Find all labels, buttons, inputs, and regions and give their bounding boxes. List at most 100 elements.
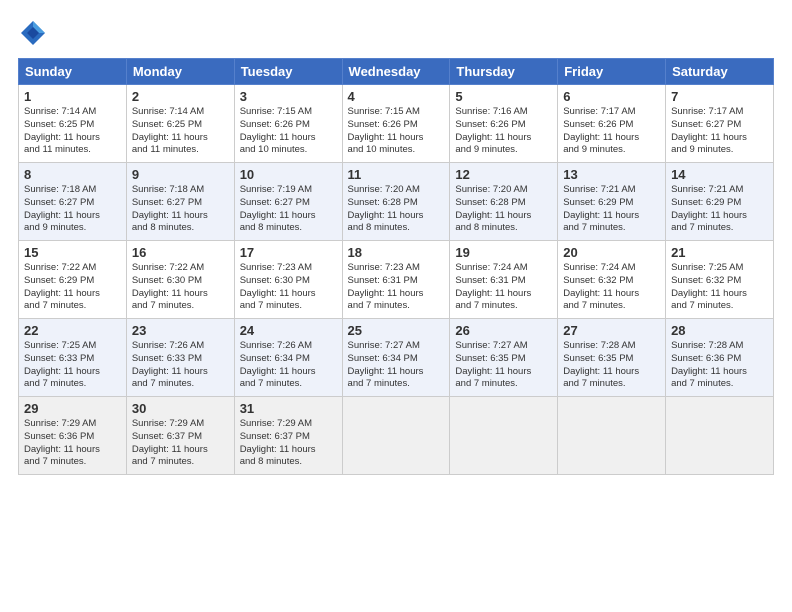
- sunset-text: Sunset: 6:27 PM: [132, 197, 229, 210]
- daylight-hours-text: Daylight: 11 hours: [455, 210, 552, 223]
- sunset-text: Sunset: 6:26 PM: [563, 119, 660, 132]
- daylight-minutes-text: and 11 minutes.: [24, 144, 121, 157]
- daylight-minutes-text: and 7 minutes.: [240, 378, 337, 391]
- day-number: 28: [671, 323, 768, 338]
- daylight-hours-text: Daylight: 11 hours: [132, 444, 229, 457]
- sunset-text: Sunset: 6:36 PM: [24, 431, 121, 444]
- col-monday: Monday: [126, 59, 234, 85]
- day-number: 2: [132, 89, 229, 104]
- day-number: 22: [24, 323, 121, 338]
- table-cell: 28Sunrise: 7:28 AMSunset: 6:36 PMDayligh…: [666, 319, 774, 397]
- table-cell: 1Sunrise: 7:14 AMSunset: 6:25 PMDaylight…: [19, 85, 127, 163]
- col-saturday: Saturday: [666, 59, 774, 85]
- table-cell: 22Sunrise: 7:25 AMSunset: 6:33 PMDayligh…: [19, 319, 127, 397]
- sunrise-text: Sunrise: 7:24 AM: [563, 262, 660, 275]
- daylight-minutes-text: and 8 minutes.: [132, 222, 229, 235]
- sunrise-text: Sunrise: 7:18 AM: [24, 184, 121, 197]
- table-cell: 27Sunrise: 7:28 AMSunset: 6:35 PMDayligh…: [558, 319, 666, 397]
- daylight-minutes-text: and 7 minutes.: [671, 222, 768, 235]
- table-cell: 6Sunrise: 7:17 AMSunset: 6:26 PMDaylight…: [558, 85, 666, 163]
- day-number: 14: [671, 167, 768, 182]
- sunset-text: Sunset: 6:30 PM: [240, 275, 337, 288]
- table-cell: 10Sunrise: 7:19 AMSunset: 6:27 PMDayligh…: [234, 163, 342, 241]
- sunset-text: Sunset: 6:26 PM: [240, 119, 337, 132]
- sunset-text: Sunset: 6:25 PM: [24, 119, 121, 132]
- col-sunday: Sunday: [19, 59, 127, 85]
- sunrise-text: Sunrise: 7:15 AM: [240, 106, 337, 119]
- daylight-hours-text: Daylight: 11 hours: [455, 288, 552, 301]
- table-cell: 26Sunrise: 7:27 AMSunset: 6:35 PMDayligh…: [450, 319, 558, 397]
- day-number: 29: [24, 401, 121, 416]
- table-cell: 8Sunrise: 7:18 AMSunset: 6:27 PMDaylight…: [19, 163, 127, 241]
- sunset-text: Sunset: 6:33 PM: [24, 353, 121, 366]
- sunset-text: Sunset: 6:29 PM: [563, 197, 660, 210]
- table-cell: 25Sunrise: 7:27 AMSunset: 6:34 PMDayligh…: [342, 319, 450, 397]
- logo: [18, 18, 52, 48]
- daylight-minutes-text: and 7 minutes.: [24, 378, 121, 391]
- table-cell: 7Sunrise: 7:17 AMSunset: 6:27 PMDaylight…: [666, 85, 774, 163]
- table-cell: [342, 397, 450, 475]
- daylight-hours-text: Daylight: 11 hours: [671, 132, 768, 145]
- daylight-minutes-text: and 7 minutes.: [132, 300, 229, 313]
- sunset-text: Sunset: 6:25 PM: [132, 119, 229, 132]
- table-cell: 14Sunrise: 7:21 AMSunset: 6:29 PMDayligh…: [666, 163, 774, 241]
- daylight-hours-text: Daylight: 11 hours: [240, 366, 337, 379]
- sunrise-text: Sunrise: 7:20 AM: [348, 184, 445, 197]
- daylight-minutes-text: and 9 minutes.: [563, 144, 660, 157]
- daylight-hours-text: Daylight: 11 hours: [455, 366, 552, 379]
- day-number: 17: [240, 245, 337, 260]
- sunset-text: Sunset: 6:27 PM: [24, 197, 121, 210]
- sunset-text: Sunset: 6:27 PM: [671, 119, 768, 132]
- daylight-minutes-text: and 9 minutes.: [24, 222, 121, 235]
- daylight-hours-text: Daylight: 11 hours: [24, 288, 121, 301]
- daylight-minutes-text: and 7 minutes.: [24, 456, 121, 469]
- daylight-minutes-text: and 10 minutes.: [348, 144, 445, 157]
- col-friday: Friday: [558, 59, 666, 85]
- table-cell: 16Sunrise: 7:22 AMSunset: 6:30 PMDayligh…: [126, 241, 234, 319]
- sunset-text: Sunset: 6:32 PM: [671, 275, 768, 288]
- col-wednesday: Wednesday: [342, 59, 450, 85]
- calendar-week-row: 8Sunrise: 7:18 AMSunset: 6:27 PMDaylight…: [19, 163, 774, 241]
- sunset-text: Sunset: 6:28 PM: [348, 197, 445, 210]
- daylight-hours-text: Daylight: 11 hours: [671, 366, 768, 379]
- table-cell: 21Sunrise: 7:25 AMSunset: 6:32 PMDayligh…: [666, 241, 774, 319]
- sunset-text: Sunset: 6:29 PM: [671, 197, 768, 210]
- daylight-minutes-text: and 7 minutes.: [240, 300, 337, 313]
- sunset-text: Sunset: 6:27 PM: [240, 197, 337, 210]
- sunrise-text: Sunrise: 7:16 AM: [455, 106, 552, 119]
- daylight-minutes-text: and 7 minutes.: [563, 300, 660, 313]
- daylight-hours-text: Daylight: 11 hours: [671, 288, 768, 301]
- day-number: 12: [455, 167, 552, 182]
- table-cell: 24Sunrise: 7:26 AMSunset: 6:34 PMDayligh…: [234, 319, 342, 397]
- day-number: 23: [132, 323, 229, 338]
- table-cell: 13Sunrise: 7:21 AMSunset: 6:29 PMDayligh…: [558, 163, 666, 241]
- daylight-hours-text: Daylight: 11 hours: [132, 288, 229, 301]
- sunrise-text: Sunrise: 7:27 AM: [348, 340, 445, 353]
- sunrise-text: Sunrise: 7:23 AM: [240, 262, 337, 275]
- day-number: 6: [563, 89, 660, 104]
- sunrise-text: Sunrise: 7:21 AM: [563, 184, 660, 197]
- daylight-minutes-text: and 7 minutes.: [132, 456, 229, 469]
- day-number: 7: [671, 89, 768, 104]
- daylight-hours-text: Daylight: 11 hours: [132, 132, 229, 145]
- sunrise-text: Sunrise: 7:26 AM: [240, 340, 337, 353]
- sunset-text: Sunset: 6:26 PM: [348, 119, 445, 132]
- calendar-week-row: 29Sunrise: 7:29 AMSunset: 6:36 PMDayligh…: [19, 397, 774, 475]
- daylight-minutes-text: and 8 minutes.: [240, 456, 337, 469]
- day-number: 25: [348, 323, 445, 338]
- calendar-header-row: Sunday Monday Tuesday Wednesday Thursday…: [19, 59, 774, 85]
- daylight-hours-text: Daylight: 11 hours: [240, 210, 337, 223]
- daylight-hours-text: Daylight: 11 hours: [240, 132, 337, 145]
- daylight-hours-text: Daylight: 11 hours: [348, 366, 445, 379]
- page: Sunday Monday Tuesday Wednesday Thursday…: [0, 0, 792, 612]
- day-number: 5: [455, 89, 552, 104]
- sunrise-text: Sunrise: 7:23 AM: [348, 262, 445, 275]
- daylight-hours-text: Daylight: 11 hours: [563, 288, 660, 301]
- table-cell: 18Sunrise: 7:23 AMSunset: 6:31 PMDayligh…: [342, 241, 450, 319]
- sunset-text: Sunset: 6:33 PM: [132, 353, 229, 366]
- daylight-hours-text: Daylight: 11 hours: [348, 132, 445, 145]
- col-thursday: Thursday: [450, 59, 558, 85]
- daylight-minutes-text: and 7 minutes.: [348, 378, 445, 391]
- calendar-week-row: 22Sunrise: 7:25 AMSunset: 6:33 PMDayligh…: [19, 319, 774, 397]
- day-number: 13: [563, 167, 660, 182]
